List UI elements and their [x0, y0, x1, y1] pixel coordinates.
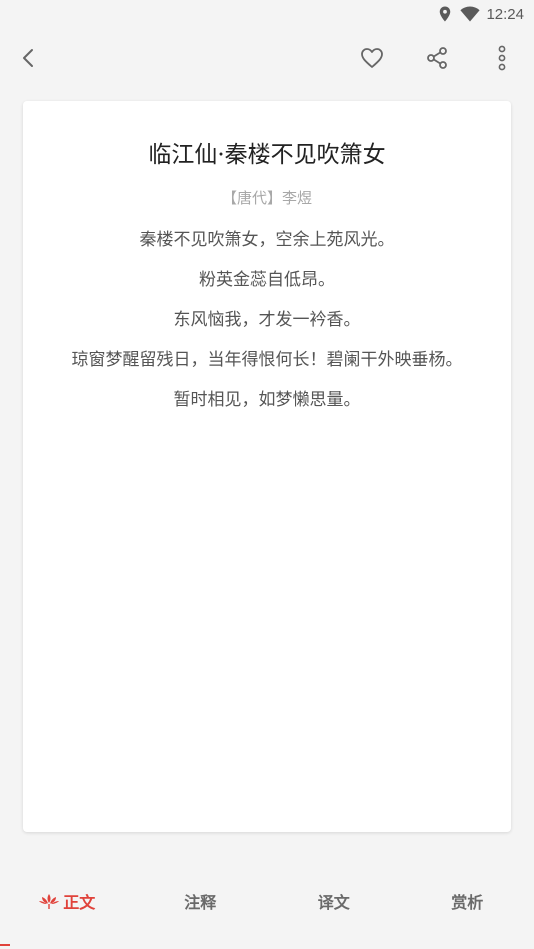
share-icon: [427, 47, 447, 69]
poem-body: 秦楼不见吹箫女，空余上苑风光。 粉英金蕊自低昂。 东风恼我，才发一衿香。 琼窗梦…: [61, 220, 473, 420]
lotus-icon: [39, 894, 60, 909]
more-button[interactable]: [486, 42, 518, 74]
status-bar: 12:24: [0, 0, 534, 28]
back-button[interactable]: [13, 42, 45, 74]
tab-appreciation[interactable]: 赏析: [401, 873, 534, 929]
corner-accent-mark: [0, 944, 10, 946]
poem-title: 临江仙·秦楼不见吹箫女: [148, 142, 386, 168]
tab-label: 注释: [184, 893, 217, 912]
share-button[interactable]: [421, 42, 453, 74]
back-arrow-icon: [23, 49, 33, 67]
poem-line: 暂时相见，如梦懒思量。: [173, 390, 361, 410]
poem-card: 临江仙·秦楼不见吹箫女 【唐代】李煜 秦楼不见吹箫女，空余上苑风光。 粉英金蕊自…: [23, 101, 511, 832]
bottom-tab-bar: 正文 注释 译文 赏析: [0, 873, 534, 929]
heart-icon: [361, 48, 383, 68]
tab-translation[interactable]: 译文: [267, 873, 401, 929]
poem-line: 粉英金蕊自低昂。: [199, 270, 335, 290]
poem-line: 琼窗梦醒留残日，当年得恨何长！碧阑干外映垂杨。: [71, 350, 463, 370]
tab-notes[interactable]: 注释: [134, 873, 268, 929]
more-vertical-icon: [498, 45, 506, 71]
tab-text[interactable]: 正文: [0, 873, 134, 929]
location-icon: [440, 6, 451, 22]
toolbar: [0, 30, 534, 86]
tab-label: 译文: [317, 893, 350, 912]
favorite-button[interactable]: [356, 42, 388, 74]
tab-label: 赏析: [451, 893, 484, 912]
poem-author: 【唐代】李煜: [221, 189, 312, 207]
status-time: 12:24: [486, 5, 524, 23]
tab-label: 正文: [63, 893, 96, 912]
wifi-icon: [460, 6, 481, 22]
poem-line: 秦楼不见吹箫女，空余上苑风光。: [139, 230, 395, 250]
poem-line: 东风恼我，才发一衿香。: [173, 310, 361, 330]
